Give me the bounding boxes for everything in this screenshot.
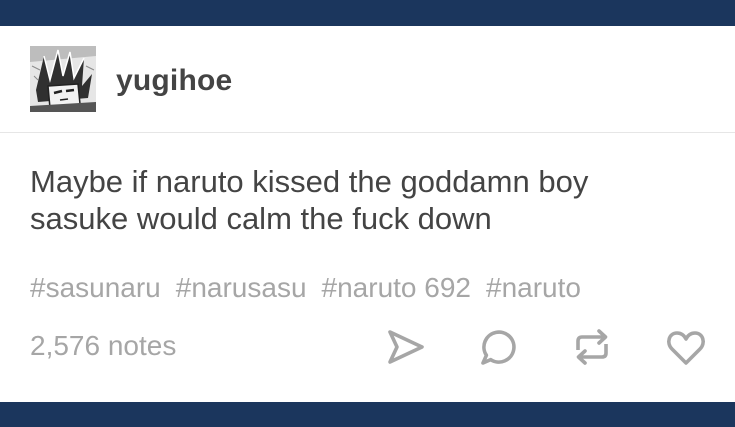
post-card: yugihoe Maybe if naruto kissed the godda… bbox=[0, 26, 735, 402]
reblog-icon[interactable] bbox=[571, 326, 613, 368]
tag-link[interactable]: #sasunaru bbox=[30, 272, 161, 304]
like-icon-glyph bbox=[667, 331, 705, 365]
manga-avatar-icon[interactable] bbox=[30, 46, 96, 112]
reply-icon[interactable] bbox=[478, 326, 520, 368]
bottom-nav-bar bbox=[0, 402, 735, 427]
tag-link[interactable]: #naruto bbox=[486, 272, 581, 304]
tag-link[interactable]: #naruto 692 bbox=[322, 272, 471, 304]
post-body: Maybe if naruto kissed the goddamn boy s… bbox=[30, 163, 710, 237]
avatar-drawing bbox=[30, 46, 96, 112]
tag-link[interactable]: #narusasu bbox=[176, 272, 307, 304]
post-tags: #sasunaru #narusasu #naruto 692 #naruto bbox=[30, 272, 596, 304]
notes-count[interactable]: 2,576 notes bbox=[30, 330, 176, 362]
top-nav-bar bbox=[0, 0, 735, 26]
share-icon-glyph bbox=[388, 330, 424, 364]
post-username[interactable]: yugihoe bbox=[116, 64, 232, 98]
reblog-icon-glyph bbox=[576, 329, 608, 365]
post-body-line: Maybe if naruto kissed the goddamn boy bbox=[30, 164, 589, 199]
post-header: yugihoe bbox=[0, 26, 735, 133]
share-icon[interactable] bbox=[384, 326, 426, 368]
reply-icon-glyph bbox=[481, 330, 516, 365]
like-icon[interactable] bbox=[665, 326, 707, 368]
post-body-line: sasuke would calm the fuck down bbox=[30, 201, 492, 236]
